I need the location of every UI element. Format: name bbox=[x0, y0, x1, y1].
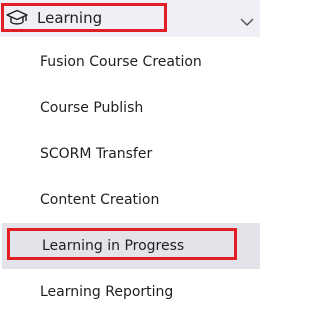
sidebar-item-label: Content Creation bbox=[40, 192, 160, 208]
sidebar-item-fusion-course-creation[interactable]: Fusion Course Creation bbox=[0, 42, 260, 82]
sidebar-item-label: Course Publish bbox=[40, 100, 144, 116]
section-header-learning[interactable]: Learning bbox=[0, 0, 260, 37]
sidebar-item-content-creation[interactable]: Content Creation bbox=[0, 180, 260, 220]
sidebar-item-scorm-transfer[interactable]: SCORM Transfer bbox=[0, 134, 260, 174]
sidebar-menu: Learning Fusion Course Creation Course P… bbox=[0, 0, 260, 312]
sidebar-item-label: Learning Reporting bbox=[40, 284, 174, 300]
sidebar-item-learning-in-progress[interactable]: Learning in Progress bbox=[2, 223, 260, 269]
sidebar-item-label: Learning in Progress bbox=[42, 238, 185, 254]
sidebar-item-label: Fusion Course Creation bbox=[40, 54, 202, 70]
sidebar-item-learning-reporting[interactable]: Learning Reporting bbox=[0, 272, 260, 312]
chevron-down-icon[interactable] bbox=[240, 12, 254, 26]
section-header-label: Learning bbox=[37, 9, 103, 27]
sidebar-item-course-publish[interactable]: Course Publish bbox=[0, 88, 260, 128]
sidebar-item-label: SCORM Transfer bbox=[40, 146, 153, 162]
graduation-cap-icon bbox=[6, 9, 28, 27]
